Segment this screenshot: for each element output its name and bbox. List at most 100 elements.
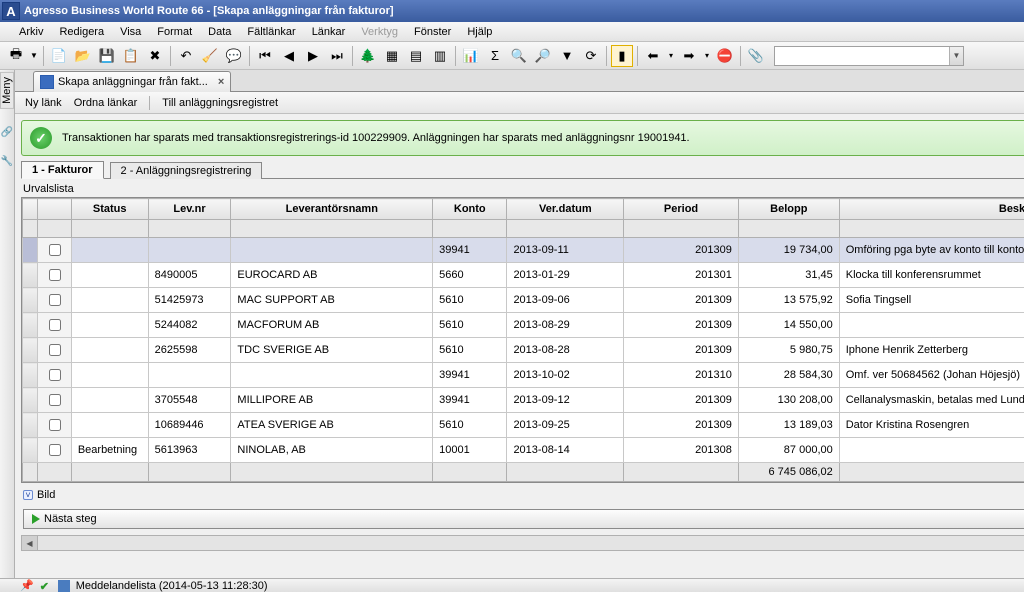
- close-icon[interactable]: ×: [218, 76, 224, 88]
- undo-icon[interactable]: ↶: [175, 45, 197, 67]
- row-checkbox[interactable]: [49, 294, 61, 306]
- horizontal-scrollbar[interactable]: ◀: [21, 535, 1024, 551]
- tree-icon[interactable]: 🌲: [357, 45, 379, 67]
- delete-icon[interactable]: ✖: [144, 45, 166, 67]
- col-beskrivning[interactable]: Beskrivning: [839, 199, 1024, 220]
- table-row[interactable]: 399412013-10-0220131028 584,30Omf. ver 5…: [23, 363, 1024, 388]
- row-header[interactable]: [23, 438, 38, 463]
- menu-lankar[interactable]: Länkar: [305, 24, 353, 40]
- print-icon[interactable]: 🖶: [5, 45, 27, 67]
- row-checkbox-cell[interactable]: [37, 363, 71, 388]
- doc-prev-icon[interactable]: ⬅: [642, 45, 664, 67]
- tab-anlaggningsregistrering[interactable]: 2 - Anläggningsregistrering: [110, 162, 263, 179]
- first-icon[interactable]: ⏮: [254, 45, 276, 67]
- row-header[interactable]: [23, 238, 38, 263]
- sidebar-meny[interactable]: Meny: [0, 72, 14, 109]
- row-checkbox[interactable]: [49, 444, 61, 456]
- pin-icon[interactable]: 📌: [20, 579, 34, 592]
- row-checkbox-cell[interactable]: [37, 313, 71, 338]
- row-header[interactable]: [23, 388, 38, 413]
- table-row[interactable]: Bearbetning5613963NINOLAB, AB100012013-0…: [23, 438, 1024, 463]
- col-konto[interactable]: Konto: [433, 199, 507, 220]
- menu-format[interactable]: Format: [150, 24, 199, 40]
- row-header[interactable]: [23, 413, 38, 438]
- local-nylank[interactable]: Ny länk: [21, 95, 66, 111]
- grid-icon[interactable]: ▦: [381, 45, 403, 67]
- col-levnr[interactable]: Lev.nr: [148, 199, 231, 220]
- doc-prev-dd-icon[interactable]: ▾: [666, 45, 676, 67]
- refresh-icon[interactable]: ⟳: [580, 45, 602, 67]
- clear-icon[interactable]: 🧹: [199, 45, 221, 67]
- menu-visa[interactable]: Visa: [113, 24, 148, 40]
- col-period[interactable]: Period: [624, 199, 739, 220]
- tab-fakturor[interactable]: 1 - Fakturor: [21, 161, 104, 179]
- row-checkbox[interactable]: [49, 419, 61, 431]
- row-header[interactable]: [23, 363, 38, 388]
- nasta-steg-button[interactable]: Nästa steg: [23, 509, 1024, 529]
- highlight-icon[interactable]: ▮: [611, 45, 633, 67]
- bild-twisty[interactable]: ˅Bild: [23, 489, 1024, 501]
- col-verdatum[interactable]: Ver.datum: [507, 199, 624, 220]
- row-checkbox[interactable]: [49, 269, 61, 281]
- local-tillreg[interactable]: Till anläggningsregistret: [158, 95, 282, 111]
- table-row[interactable]: 2625598TDC SVERIGE AB56102013-08-2820130…: [23, 338, 1024, 363]
- table-row[interactable]: 10689446ATEA SVERIGE AB56102013-09-25201…: [23, 413, 1024, 438]
- table-row[interactable]: 51425973MAC SUPPORT AB56102013-09-062013…: [23, 288, 1024, 313]
- menu-fonster[interactable]: Fönster: [407, 24, 458, 40]
- row-checkbox[interactable]: [49, 319, 61, 331]
- new-icon[interactable]: 📄: [48, 45, 70, 67]
- row-checkbox-cell[interactable]: [37, 238, 71, 263]
- wrench-icon[interactable]: 🔧: [1, 156, 13, 167]
- row-checkbox-cell[interactable]: [37, 263, 71, 288]
- row-checkbox-cell[interactable]: [37, 388, 71, 413]
- row-checkbox[interactable]: [49, 344, 61, 356]
- list-icon[interactable]: ▥: [429, 45, 451, 67]
- row-header[interactable]: [23, 263, 38, 288]
- menu-arkiv[interactable]: Arkiv: [12, 24, 50, 40]
- table-row[interactable]: 8490005EUROCARD AB56602013-01-2920130131…: [23, 263, 1024, 288]
- menu-redigera[interactable]: Redigera: [52, 24, 111, 40]
- scroll-left-icon[interactable]: ◀: [22, 536, 38, 550]
- row-checkbox-cell[interactable]: [37, 338, 71, 363]
- table-row[interactable]: 3705548MILLIPORE AB399412013-09-12201309…: [23, 388, 1024, 413]
- sigma-icon[interactable]: Σ: [484, 45, 506, 67]
- stop-icon[interactable]: ⛔: [714, 45, 736, 67]
- col-belopp[interactable]: Belopp: [738, 199, 839, 220]
- menu-data[interactable]: Data: [201, 24, 238, 40]
- document-tab[interactable]: Skapa anläggningar från fakt... ×: [33, 71, 231, 92]
- prev-icon[interactable]: ◀: [278, 45, 300, 67]
- open-icon[interactable]: 📂: [72, 45, 94, 67]
- menu-hjalp[interactable]: Hjälp: [460, 24, 499, 40]
- next-icon[interactable]: ▶: [302, 45, 324, 67]
- help-bubble-icon[interactable]: 💬: [223, 45, 245, 67]
- row-checkbox-cell[interactable]: [37, 438, 71, 463]
- col-levnamn[interactable]: Leverantörsnamn: [231, 199, 433, 220]
- list-icon[interactable]: [58, 580, 70, 592]
- row-checkbox-cell[interactable]: [37, 288, 71, 313]
- last-icon[interactable]: ⏭: [326, 45, 348, 67]
- check-icon[interactable]: ✔: [40, 580, 52, 592]
- attach-icon[interactable]: 📎: [745, 45, 767, 67]
- toolbar-combo[interactable]: ▼: [774, 46, 964, 66]
- row-checkbox-cell[interactable]: [37, 413, 71, 438]
- menu-faltlankar[interactable]: Fältlänkar: [240, 24, 302, 40]
- copy-icon[interactable]: 📋: [120, 45, 142, 67]
- save-icon[interactable]: 💾: [96, 45, 118, 67]
- menu-verktyg[interactable]: Verktyg: [354, 24, 405, 40]
- row-checkbox[interactable]: [49, 369, 61, 381]
- table-row[interactable]: 399412013-09-1120130919 734,00Omföring p…: [23, 238, 1024, 263]
- doc-next-icon[interactable]: ➡: [678, 45, 700, 67]
- link-icon[interactable]: 🔗: [1, 127, 13, 138]
- doc-next-dd-icon[interactable]: ▾: [702, 45, 712, 67]
- local-ordna[interactable]: Ordna länkar: [70, 95, 142, 111]
- row-checkbox[interactable]: [49, 244, 61, 256]
- chart-icon[interactable]: 📊: [460, 45, 482, 67]
- dropdown-icon[interactable]: ▼: [29, 45, 39, 67]
- col-status[interactable]: Status: [71, 199, 148, 220]
- table-row[interactable]: 5244082MACFORUM AB56102013-08-2920130914…: [23, 313, 1024, 338]
- filter-icon[interactable]: ▼: [556, 45, 578, 67]
- row-header[interactable]: [23, 338, 38, 363]
- zoom-icon[interactable]: 🔎: [532, 45, 554, 67]
- table-icon[interactable]: ▤: [405, 45, 427, 67]
- search-icon[interactable]: 🔍: [508, 45, 530, 67]
